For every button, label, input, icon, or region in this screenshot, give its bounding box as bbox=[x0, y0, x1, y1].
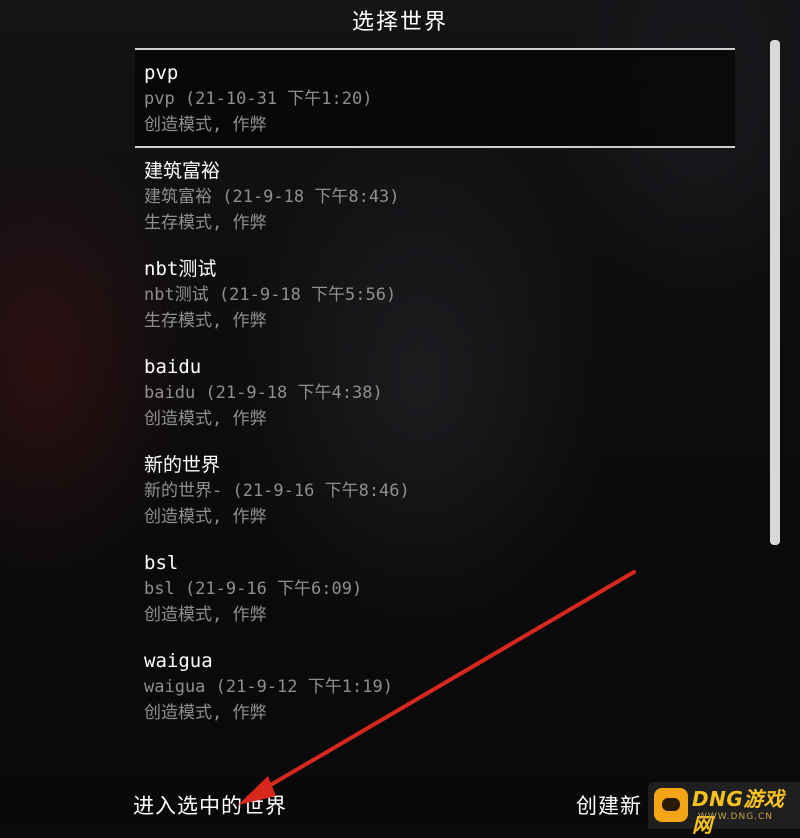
world-list[interactable]: pvp pvp (21-10-31 下午1:20) 创造模式, 作弊 建筑富裕 … bbox=[135, 48, 735, 738]
world-name: bsl bbox=[144, 552, 179, 574]
world-entry[interactable]: nbt测试 nbt测试 (21-9-18 下午5:56) 生存模式, 作弊 bbox=[135, 246, 735, 344]
world-mode: 生存模式, 作弊 bbox=[144, 213, 267, 233]
world-info: baidu (21-9-18 下午4:38) bbox=[144, 383, 383, 403]
world-info: pvp (21-10-31 下午1:20) bbox=[144, 89, 373, 109]
world-entry-pvp[interactable]: pvp pvp (21-10-31 下午1:20) 创造模式, 作弊 bbox=[135, 48, 735, 148]
world-info: bsl (21-9-16 下午6:09) bbox=[144, 579, 363, 599]
watermark-logo-icon bbox=[654, 788, 688, 822]
world-mode: 创造模式, 作弊 bbox=[144, 605, 267, 625]
world-entry[interactable]: baidu baidu (21-9-18 下午4:38) 创造模式, 作弊 bbox=[135, 344, 735, 442]
world-info: 建筑富裕 (21-9-18 下午8:43) bbox=[144, 187, 400, 207]
world-name: 新的世界 bbox=[144, 454, 221, 476]
world-info: waigua (21-9-12 下午1:19) bbox=[144, 677, 393, 697]
play-selected-world-button[interactable]: 进入选中的世界 bbox=[133, 791, 287, 821]
world-name: nbt测试 bbox=[144, 258, 217, 280]
create-new-world-button[interactable]: 创建新 bbox=[576, 791, 642, 821]
world-info: 新的世界- (21-9-16 下午8:46) bbox=[144, 481, 410, 501]
site-watermark: DNG游戏网 WWW.DNG.CN bbox=[648, 782, 800, 837]
watermark-subtext: WWW.DNG.CN bbox=[698, 812, 774, 822]
world-name: baidu bbox=[144, 356, 202, 378]
world-entry[interactable]: waigua waigua (21-9-12 下午1:19) 创造模式, 作弊 bbox=[135, 638, 735, 736]
world-mode: 创造模式, 作弊 bbox=[144, 507, 267, 527]
screen-title: 选择世界 bbox=[351, 10, 448, 35]
world-info: nbt测试 (21-9-18 下午5:56) bbox=[144, 285, 397, 305]
list-scrollbar[interactable] bbox=[770, 40, 780, 545]
world-entry[interactable]: 新的世界 新的世界- (21-9-16 下午8:46) 创造模式, 作弊 bbox=[135, 442, 735, 540]
world-entry[interactable]: 建筑富裕 建筑富裕 (21-9-18 下午8:43) 生存模式, 作弊 bbox=[135, 148, 735, 246]
world-name: pvp bbox=[144, 62, 179, 84]
world-name: waigua bbox=[144, 650, 213, 672]
world-mode: 创造模式, 作弊 bbox=[144, 703, 267, 723]
world-mode: 创造模式, 作弊 bbox=[144, 409, 267, 429]
world-mode: 创造模式, 作弊 bbox=[144, 115, 267, 135]
world-mode: 生存模式, 作弊 bbox=[144, 311, 267, 331]
world-name: 建筑富裕 bbox=[144, 160, 221, 182]
world-entry[interactable]: bsl bsl (21-9-16 下午6:09) 创造模式, 作弊 bbox=[135, 540, 735, 638]
